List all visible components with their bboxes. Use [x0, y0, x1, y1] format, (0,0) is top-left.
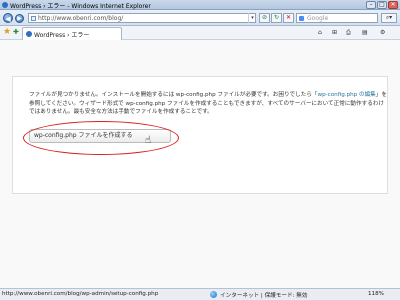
address-toolbar: ◀ ▶ http://www.obenri.com/blog/ ▾ ⊘ ↻ ✕ …	[0, 10, 400, 26]
search-input[interactable]: Google	[296, 13, 378, 23]
favorites-bar: ★ ✚ WordPress › エラー ⌂ ⊞ ⎙ ▤ ⚙	[0, 26, 400, 40]
page-content: ファイルが見つかりません。インストールを開始するには wp-config.php…	[0, 40, 400, 288]
tools-menu-icon[interactable]: ⚙	[380, 29, 385, 36]
error-message: ファイルが見つかりません。インストールを開始するには wp-config.php…	[29, 91, 389, 117]
internet-zone-icon	[210, 291, 217, 298]
page-menu-icon[interactable]: ▤	[362, 29, 368, 36]
feeds-icon[interactable]: ⊞	[332, 29, 337, 36]
status-url: http://www.obenri.com/blog/wp-admin/setu…	[2, 291, 159, 297]
maximize-button[interactable]: □	[377, 1, 387, 9]
search-placeholder: Google	[307, 15, 329, 22]
refresh-button[interactable]: ↻	[271, 13, 282, 23]
back-button[interactable]: ◀	[3, 13, 13, 23]
security-zone-text: インターネット | 保護モード: 無効	[220, 293, 308, 299]
url-text: http://www.obenri.com/blog/	[38, 15, 124, 22]
close-button[interactable]: ✕	[388, 1, 398, 9]
tab-favicon	[26, 31, 32, 37]
tab-label: WordPress › エラー	[34, 32, 90, 39]
window-titlebar: WordPress › エラー - Windows Internet Explo…	[0, 0, 400, 10]
forward-button[interactable]: ▶	[15, 13, 24, 23]
hand-cursor-icon: ☝	[145, 135, 152, 146]
error-message-box: ファイルが見つかりません。インストールを開始するには wp-config.php…	[12, 76, 388, 194]
url-input[interactable]: http://www.obenri.com/blog/	[28, 13, 256, 23]
status-bar: http://www.obenri.com/blog/wp-admin/setu…	[0, 288, 400, 300]
minimize-button[interactable]: –	[366, 1, 376, 9]
stop-button[interactable]: ✕	[283, 13, 294, 23]
add-favorite-icon[interactable]: ✚	[13, 28, 19, 36]
window-title: WordPress › エラー - Windows Internet Explo…	[10, 3, 151, 10]
url-dropdown-button[interactable]: ▾	[248, 13, 256, 23]
google-icon	[299, 16, 304, 21]
page-icon	[31, 16, 36, 21]
home-icon[interactable]: ⌂	[318, 29, 322, 36]
favorites-star-icon[interactable]: ★	[3, 27, 11, 37]
ie-icon	[2, 2, 8, 8]
search-button[interactable]: ⌕▾	[381, 13, 397, 23]
edit-config-link[interactable]: wp-config.php の編集	[318, 92, 376, 98]
message-text-part1: ファイルが見つかりません。インストールを開始するには wp-config.php…	[29, 92, 318, 98]
compatibility-view-button[interactable]: ⊘	[259, 13, 270, 23]
zoom-level[interactable]: 118%	[368, 291, 384, 297]
print-icon[interactable]: ⎙	[346, 29, 351, 37]
tab-current[interactable]: WordPress › エラー	[22, 27, 122, 40]
